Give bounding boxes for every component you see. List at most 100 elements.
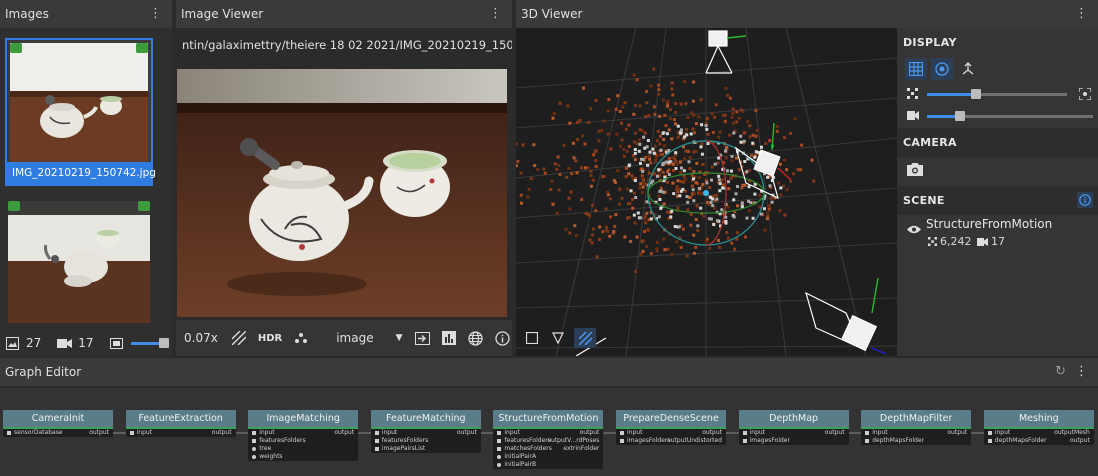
graph-node-output[interactable]: output <box>457 429 477 437</box>
input-port-icon[interactable] <box>7 430 11 435</box>
graph-node-input[interactable]: matchesFolders <box>497 445 552 453</box>
input-port-icon[interactable] <box>252 454 257 459</box>
graph-node-input[interactable]: depthMapsFolder <box>987 437 1047 445</box>
graph-node-featurematching[interactable]: FeatureMatching input output featuresFolder… <box>370 410 481 453</box>
input-port-icon[interactable] <box>497 438 502 443</box>
thumbnail-size-slider[interactable] <box>130 338 171 348</box>
grid-icon[interactable] <box>905 58 927 80</box>
graph-node-input[interactable]: input <box>252 429 275 437</box>
input-port-icon[interactable] <box>497 446 502 451</box>
graph-node-input[interactable]: tree <box>252 445 271 453</box>
graph-node-input[interactable]: initialPairB <box>497 461 536 469</box>
input-port-icon[interactable] <box>252 430 257 435</box>
input-port-icon[interactable] <box>987 430 992 435</box>
graph-node-output[interactable]: output <box>702 429 722 437</box>
graph-node-input[interactable]: initialPairA <box>497 453 536 461</box>
graph-node-depthmap[interactable]: DepthMap input output imagesFolder <box>738 410 849 445</box>
camera-size-slider[interactable] <box>927 111 1093 121</box>
input-port-icon[interactable] <box>865 430 870 435</box>
features-icon[interactable] <box>294 331 308 345</box>
graph-node-input[interactable]: imagesFolders <box>620 437 670 445</box>
graph-node-input[interactable]: input <box>497 429 520 437</box>
triangle-icon[interactable] <box>548 328 568 348</box>
graph-node-output[interactable]: output <box>947 429 967 437</box>
image-thumbnail-selected[interactable]: IMG_20210219_150742.jpg <box>5 38 156 186</box>
graph-node-output[interactable]: output <box>89 429 109 437</box>
input-port-icon[interactable] <box>374 430 379 435</box>
graph-node-input[interactable]: imagesFolder <box>742 437 790 445</box>
channel-select[interactable]: image <box>336 331 373 345</box>
graph-canvas[interactable]: CameraInit sensorDatabase output FeatureExt… <box>0 388 1098 476</box>
graph-node-output[interactable]: outputMesh <box>1054 429 1090 437</box>
graph-node-output[interactable]: output <box>1070 437 1090 445</box>
graph-node-output[interactable]: output <box>580 429 600 437</box>
graph-node-input[interactable]: input <box>620 429 642 437</box>
scene-item-structurefrommotion[interactable]: StructureFromMotion 6,242 17 <box>897 214 1098 254</box>
graph-node-input[interactable]: input <box>987 429 1010 437</box>
main-image[interactable] <box>177 69 507 317</box>
more-vert-icon[interactable]: ⋮ <box>489 6 502 21</box>
graph-node-imagematching[interactable]: ImageMatching input output featuresFolders t… <box>248 410 359 461</box>
globe-icon[interactable] <box>467 330 483 346</box>
graph-node-output[interactable]: outputV...rdPoses <box>547 437 599 445</box>
axis-icon[interactable] <box>957 58 979 80</box>
more-vert-icon[interactable]: ⋮ <box>1075 358 1088 386</box>
graph-node-structurefrommotion[interactable]: StructureFromMotion input output featuresFo… <box>493 410 604 469</box>
square-icon[interactable] <box>522 328 542 348</box>
input-port-icon[interactable] <box>865 438 870 443</box>
slider-knob[interactable] <box>158 338 169 348</box>
graph-node-input[interactable]: input <box>129 429 152 437</box>
input-port-icon[interactable] <box>374 438 379 443</box>
graph-node-output[interactable]: extrinFolder <box>563 445 599 453</box>
graph-node-preparedensescene[interactable]: PrepareDenseScene input output imagesFolder… <box>616 410 726 445</box>
metadata-icon[interactable] <box>414 331 430 345</box>
input-port-icon[interactable] <box>987 438 992 443</box>
photo-camera-icon[interactable] <box>907 162 923 176</box>
gizmo-icon[interactable] <box>931 58 953 80</box>
info-icon[interactable] <box>494 330 510 346</box>
input-port-icon[interactable] <box>497 430 502 435</box>
3d-canvas[interactable] <box>516 28 897 356</box>
graph-node-input[interactable]: imagePairsList <box>374 445 425 453</box>
input-port-icon[interactable] <box>742 430 747 435</box>
graph-node-input[interactable]: featuresFolders <box>497 437 551 445</box>
textured-icon[interactable] <box>574 328 596 348</box>
visibility-icon[interactable] <box>907 225 921 234</box>
points-size-slider[interactable] <box>927 89 1067 99</box>
graph-node-depthmapfilter[interactable]: DepthMapFilter input output depthMapsFolder <box>861 410 972 445</box>
graph-node-featureextraction[interactable]: FeatureExtraction input output <box>125 410 236 437</box>
input-port-icon[interactable] <box>129 430 134 435</box>
input-port-icon[interactable] <box>742 438 747 443</box>
input-port-icon[interactable] <box>252 446 257 451</box>
slider-knob[interactable] <box>971 89 981 99</box>
graph-node-input[interactable]: sensorDatabase <box>7 429 63 437</box>
more-vert-icon[interactable]: ⋮ <box>1075 6 1088 21</box>
input-port-icon[interactable] <box>497 454 502 459</box>
graph-node-camerainit[interactable]: CameraInit sensorDatabase output <box>3 410 113 437</box>
chevron-down-icon[interactable]: ▼ <box>396 333 403 343</box>
refresh-icon[interactable]: ↻ <box>1055 358 1066 386</box>
graph-node-output[interactable]: outputUndistorted <box>667 437 722 445</box>
graph-node-input[interactable]: input <box>742 429 765 437</box>
hatch-icon[interactable] <box>231 331 246 345</box>
graph-node-output[interactable]: output <box>825 429 845 437</box>
graph-node-input[interactable]: depthMapsFolder <box>865 437 924 445</box>
input-port-icon[interactable] <box>374 446 379 451</box>
image-thumbnail[interactable] <box>5 198 153 326</box>
slider-knob[interactable] <box>955 111 966 121</box>
graph-node-input[interactable]: featuresFolders <box>374 437 428 445</box>
input-port-icon[interactable] <box>620 430 624 435</box>
info-icon[interactable] <box>1077 192 1093 208</box>
graph-node-output[interactable]: output <box>334 429 354 437</box>
graph-node-output[interactable]: output <box>212 429 232 437</box>
graph-node-meshing[interactable]: Meshing input outputMesh depthMapsFolder out… <box>983 410 1094 445</box>
input-port-icon[interactable] <box>620 438 624 443</box>
more-vert-icon[interactable]: ⋮ <box>149 6 162 21</box>
graph-node-input[interactable]: weights <box>252 453 283 461</box>
histogram-icon[interactable] <box>441 331 456 345</box>
input-port-icon[interactable] <box>497 462 502 467</box>
input-port-icon[interactable] <box>252 438 257 443</box>
graph-node-input[interactable]: input <box>374 429 397 437</box>
fit-view-icon[interactable] <box>1079 88 1091 100</box>
hdr-toggle[interactable]: HDR <box>258 333 282 344</box>
